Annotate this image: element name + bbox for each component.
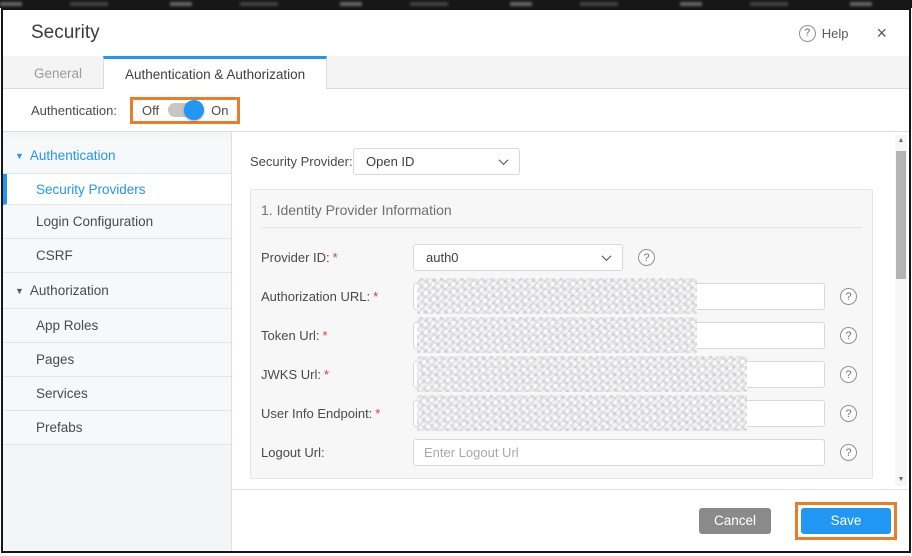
- authentication-label: Authentication:: [31, 103, 117, 118]
- help-button[interactable]: ? Help: [799, 25, 849, 42]
- logout-url-input[interactable]: [413, 439, 825, 466]
- toggle-on-label: On: [211, 103, 228, 118]
- sidebar-section-authorization[interactable]: ▼ Authorization: [3, 273, 231, 309]
- dialog-footer: Cancel Save: [232, 489, 909, 551]
- authorization-url-input[interactable]: [413, 283, 825, 310]
- user-info-endpoint-input[interactable]: [413, 400, 825, 427]
- tab-authentication-authorization[interactable]: Authentication & Authorization: [103, 56, 327, 89]
- help-icon: ?: [799, 25, 816, 42]
- required-asterisk: *: [333, 250, 338, 265]
- help-icon[interactable]: ?: [840, 327, 857, 344]
- save-button-highlight: Save: [795, 502, 897, 540]
- sidebar-item-prefabs[interactable]: Prefabs: [3, 411, 231, 445]
- security-provider-label: Security Provider:: [250, 154, 353, 169]
- collapse-icon: ▼: [15, 151, 24, 161]
- provider-id-select[interactable]: auth0: [413, 244, 623, 271]
- form-row-authorization-url: Authorization URL:* ?: [261, 283, 862, 310]
- form-row-jwks-url: JWKS Url:* ?: [261, 361, 862, 388]
- token-url-input[interactable]: [413, 322, 825, 349]
- authentication-toggle-row: Authentication: Off On: [3, 89, 909, 132]
- help-label: Help: [822, 26, 849, 41]
- identity-provider-panel: 1. Identity Provider Information Provide…: [250, 189, 873, 479]
- screen: Security ? Help × General Authentication…: [0, 0, 912, 556]
- required-asterisk: *: [324, 367, 329, 382]
- panel-title: 1. Identity Provider Information: [251, 190, 872, 227]
- form-row-user-info-endpoint: User Info Endpoint:* ?: [261, 400, 862, 427]
- chevron-down-icon: [602, 251, 612, 261]
- form-row-token-url: Token Url:* ?: [261, 322, 862, 349]
- sidebar-item-security-providers[interactable]: Security Providers: [3, 174, 231, 205]
- form-row-logout-url: Logout Url: ?: [261, 439, 862, 466]
- vertical-scrollbar[interactable]: ▲ ▼: [895, 135, 907, 486]
- help-icon[interactable]: ?: [840, 366, 857, 383]
- scroll-area: Security Provider: Open ID 1. Identity P…: [232, 132, 909, 489]
- required-asterisk: *: [375, 406, 380, 421]
- cancel-button[interactable]: Cancel: [699, 508, 771, 534]
- background-app-strip: [0, 0, 912, 8]
- dialog-header: Security ? Help ×: [3, 10, 909, 56]
- close-icon[interactable]: ×: [876, 24, 887, 42]
- field-label: User Info Endpoint:: [261, 406, 372, 421]
- scrollbar-thumb[interactable]: [896, 151, 906, 279]
- jwks-url-input[interactable]: [413, 361, 825, 388]
- sidebar-item-app-roles[interactable]: App Roles: [3, 309, 231, 343]
- help-icon[interactable]: ?: [638, 249, 655, 266]
- field-label: Authorization URL:: [261, 289, 370, 304]
- field-label: Token Url:: [261, 328, 320, 343]
- sidebar-item-services[interactable]: Services: [3, 377, 231, 411]
- page-title: Security: [31, 22, 100, 44]
- field-label: Logout Url:: [261, 445, 325, 460]
- help-icon[interactable]: ?: [840, 444, 857, 461]
- tab-bar: General Authentication & Authorization: [3, 56, 909, 89]
- toggle-off-label: Off: [142, 103, 159, 118]
- header-actions: ? Help ×: [799, 24, 887, 42]
- security-dialog: Security ? Help × General Authentication…: [1, 8, 911, 553]
- sidebar-item-csrf[interactable]: CSRF: [3, 239, 231, 273]
- authentication-toggle-highlight: Off On: [130, 97, 240, 124]
- chevron-down-icon: [499, 155, 509, 165]
- dialog-body: ▼ Authentication Security Providers Logi…: [3, 132, 909, 551]
- tab-general[interactable]: General: [13, 56, 103, 88]
- required-asterisk: *: [373, 289, 378, 304]
- save-button[interactable]: Save: [801, 508, 891, 534]
- scrollbar-up-arrow[interactable]: ▲: [895, 135, 907, 147]
- security-provider-row: Security Provider: Open ID: [250, 148, 873, 175]
- sidebar-item-login-configuration[interactable]: Login Configuration: [3, 205, 231, 239]
- required-asterisk: *: [323, 328, 328, 343]
- field-label: Provider ID:: [261, 250, 330, 265]
- help-icon[interactable]: ?: [840, 288, 857, 305]
- authentication-switch[interactable]: [168, 103, 202, 117]
- help-icon[interactable]: ?: [840, 405, 857, 422]
- security-provider-select[interactable]: Open ID: [353, 148, 520, 175]
- scrollbar-down-arrow[interactable]: ▼: [895, 474, 907, 486]
- field-label: JWKS Url:: [261, 367, 321, 382]
- sidebar: ▼ Authentication Security Providers Logi…: [3, 132, 232, 551]
- sidebar-item-pages[interactable]: Pages: [3, 343, 231, 377]
- form-row-provider-id: Provider ID:* auth0 ?: [261, 244, 862, 271]
- content-column: Security Provider: Open ID 1. Identity P…: [232, 132, 909, 551]
- sidebar-section-authentication[interactable]: ▼ Authentication: [3, 138, 231, 174]
- collapse-icon: ▼: [15, 286, 24, 296]
- switch-knob: [184, 100, 204, 120]
- form-rows: Provider ID:* auth0 ? Authorization URL:…: [251, 228, 872, 478]
